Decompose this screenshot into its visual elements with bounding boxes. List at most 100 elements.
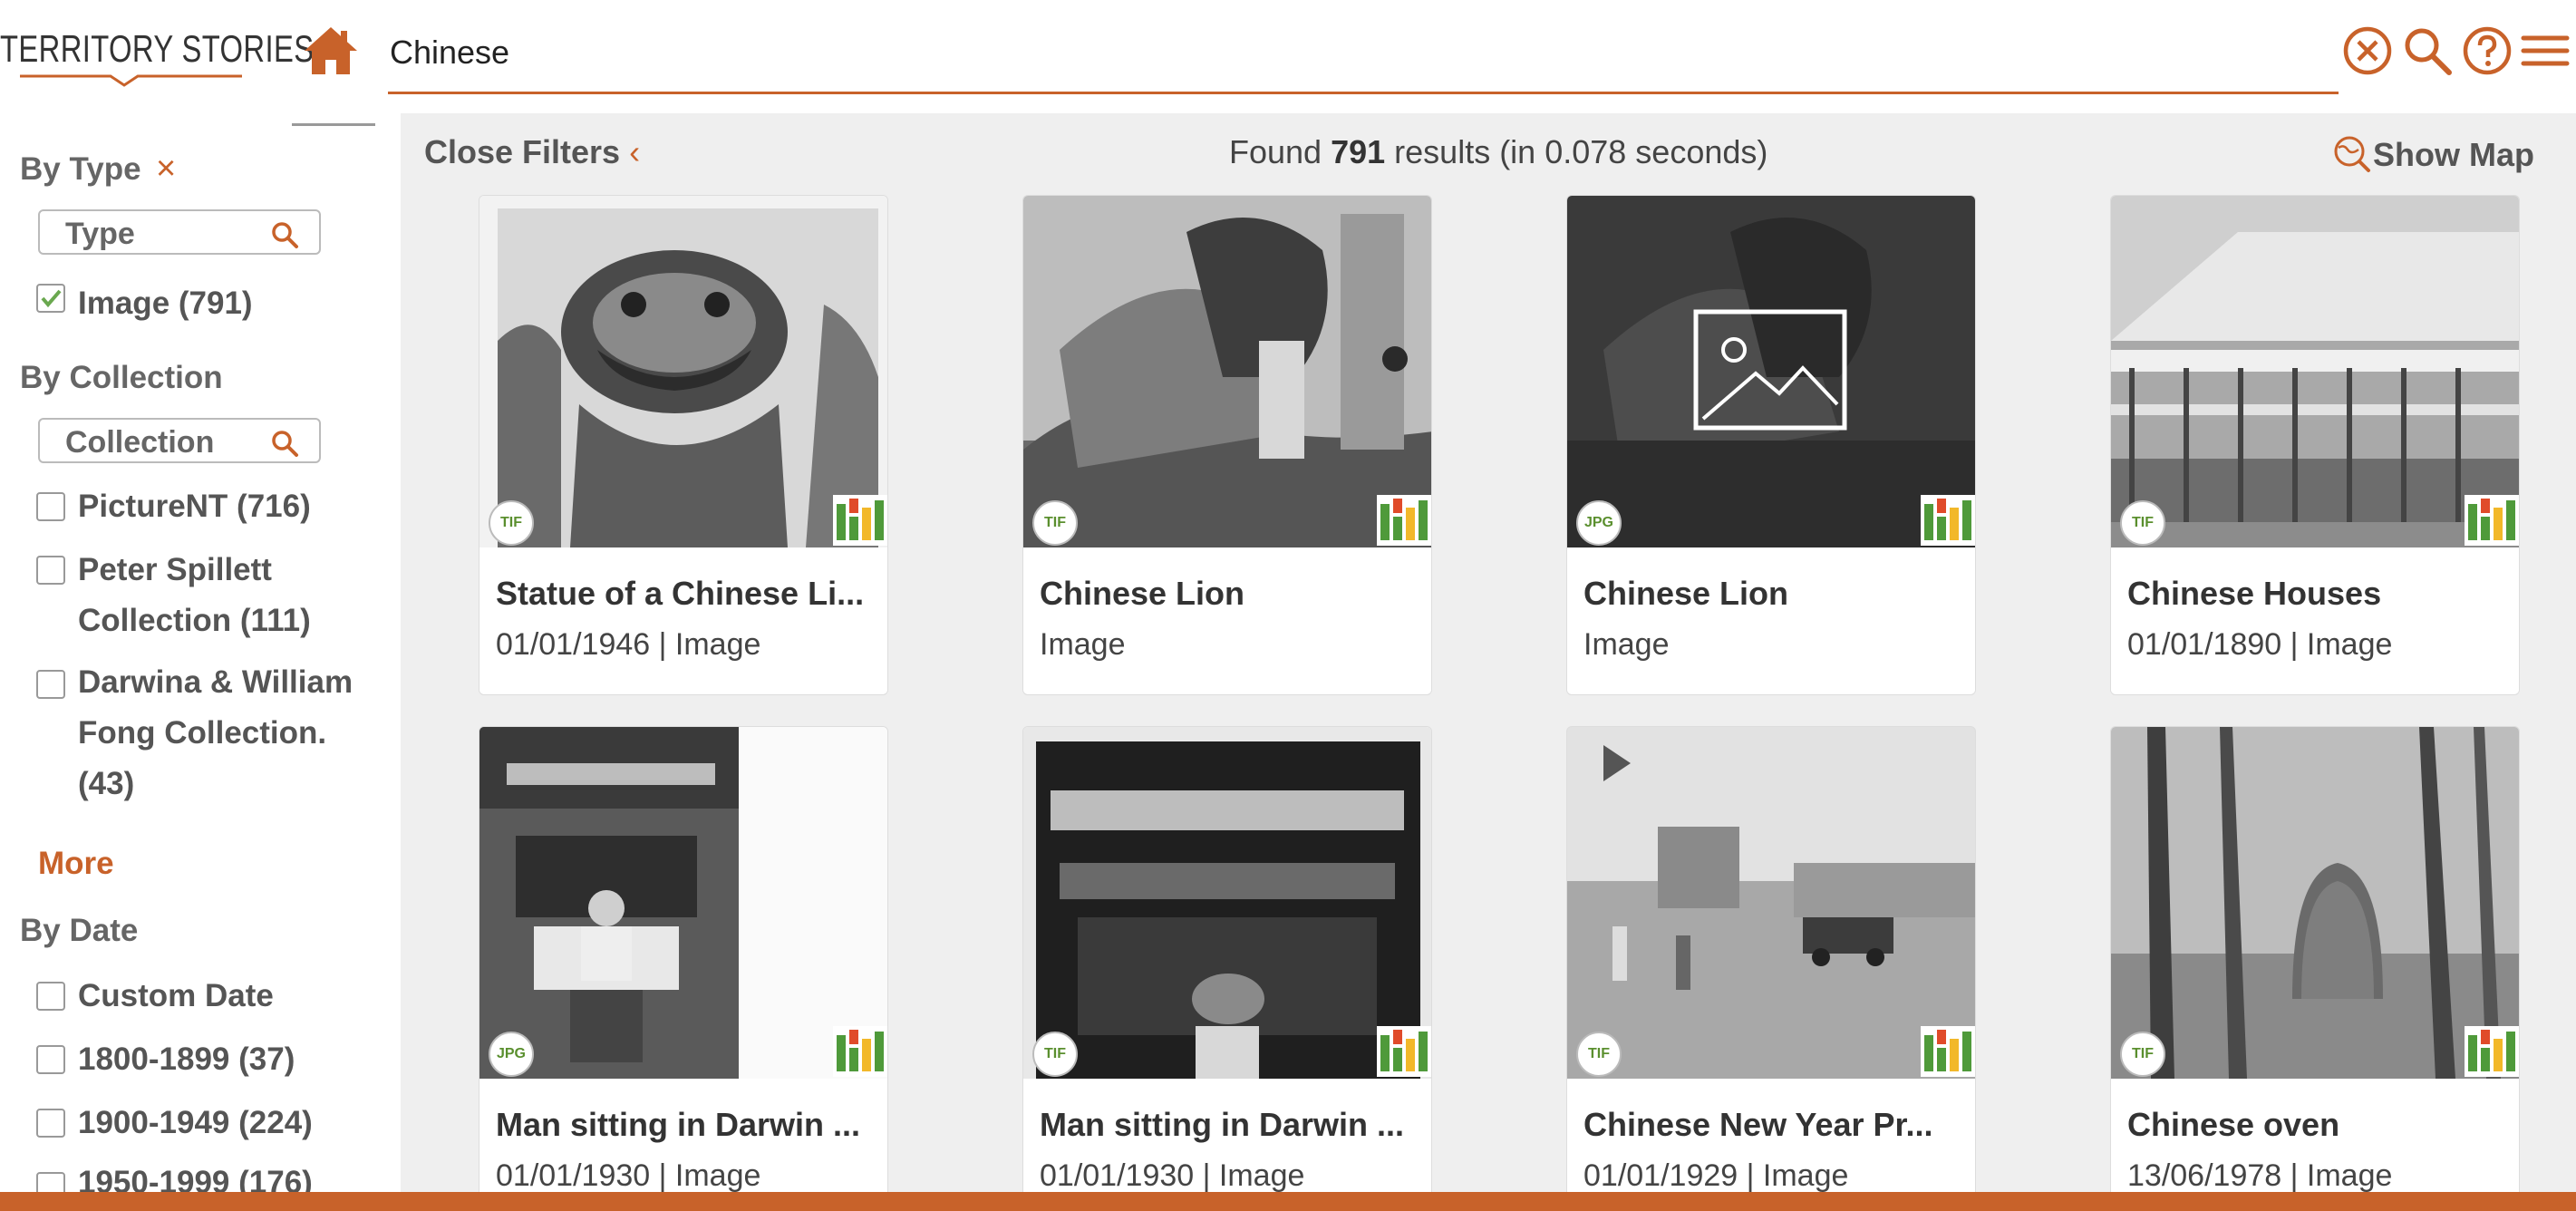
result-thumbnail [479, 727, 887, 1079]
divider [292, 123, 375, 126]
jpg-format-icon: JPG [489, 1032, 534, 1077]
tif-format-icon: TIF [1576, 1032, 1622, 1077]
label-line: Fong Collection. [78, 715, 327, 751]
tif-format-icon: TIF [1032, 500, 1078, 546]
result-title: Chinese Lion [1583, 575, 1789, 612]
result-title: Chinese Lion [1040, 575, 1245, 612]
collection-search-field[interactable]: Collection [38, 418, 321, 463]
custom-date-label[interactable]: Custom Date [78, 971, 386, 1022]
result-thumbnail [1567, 196, 1975, 547]
result-thumbnail [1023, 196, 1431, 547]
date-1800-1899-label[interactable]: 1800-1899 (37) [78, 1034, 386, 1085]
help-icon [2463, 26, 2512, 75]
result-title: Chinese New Year Pr... [1583, 1106, 1933, 1143]
result-card[interactable]: TIF Chinese Houses 01/01/1890 | Image [2110, 195, 2520, 695]
header: TERRITORY STORIES [0, 0, 2576, 113]
label-line: Peter Spillett [78, 552, 272, 587]
nt-library-icon [1377, 1026, 1431, 1077]
jpg-format-icon: JPG [1576, 500, 1622, 546]
result-title: Man sitting in Darwin ... [1040, 1106, 1405, 1143]
by-type-heading: By Type [20, 151, 141, 187]
help-button[interactable] [2460, 24, 2514, 78]
result-card[interactable]: JPG Chinese Lion Image [1566, 195, 1976, 695]
menu-button[interactable] [2520, 24, 2574, 78]
collection-search-placeholder: Collection [65, 425, 215, 460]
nt-library-icon [2465, 1026, 2519, 1077]
result-thumbnail [2111, 727, 2519, 1079]
result-meta: 01/01/1890 | Image [2127, 627, 2393, 662]
result-title: Chinese Houses [2127, 575, 2382, 612]
result-card[interactable]: TIF Chinese Lion Image [1022, 195, 1432, 695]
search-button[interactable] [2400, 24, 2455, 78]
more-collections-link[interactable]: More [38, 846, 114, 882]
label-line: Collection (111) [78, 603, 311, 638]
peter-spillett-label[interactable]: Peter Spillett Collection (111) [78, 545, 386, 646]
image-type-label[interactable]: Image (791) [78, 284, 386, 324]
result-title: Chinese oven [2127, 1106, 2340, 1143]
footer-bar [0, 1192, 2576, 1211]
picturent-label[interactable]: PictureNT (716) [78, 481, 386, 532]
nt-library-icon [833, 495, 887, 546]
tif-format-icon: TIF [1032, 1032, 1078, 1077]
nt-library-icon [1377, 495, 1431, 546]
clear-icon [2343, 26, 2392, 75]
search-icon [272, 431, 298, 457]
result-card[interactable]: TIF Man sitting in Darwin ... 01/01/1930… [1022, 726, 1432, 1192]
picturent-checkbox[interactable] [36, 492, 65, 521]
result-meta: 01/01/1930 | Image [1040, 1158, 1305, 1192]
image-type-checkbox[interactable] [36, 284, 65, 313]
show-map-label: Show Map [2373, 136, 2534, 173]
date-1900-1949-checkbox[interactable] [36, 1109, 65, 1138]
by-collection-heading: By Collection [20, 360, 223, 395]
label-line: (43) [78, 766, 135, 801]
result-meta: 13/06/1978 | Image [2127, 1158, 2393, 1192]
date-1950-1999-label[interactable]: 1950-1999 (176) [78, 1158, 386, 1192]
search-input[interactable] [390, 25, 2293, 80]
show-map-button[interactable]: Show Map [2331, 133, 2534, 174]
results-area: Close Filters ‹ Found 791 results (in 0.0… [401, 113, 2576, 1192]
date-1800-1899-checkbox[interactable] [36, 1045, 65, 1074]
darwina-william-fong-label[interactable]: Darwina & William Fong Collection. (43) [78, 657, 386, 809]
results-summary: Found 791 results (in 0.078 seconds) [1229, 133, 1767, 171]
home-icon [305, 27, 357, 74]
result-meta: 01/01/1946 | Image [496, 627, 761, 662]
search-bar [388, 18, 2339, 94]
date-1950-1999-checkbox[interactable] [36, 1172, 65, 1192]
clear-type-filter-button[interactable]: × [156, 150, 176, 189]
clear-search-button[interactable] [2340, 24, 2395, 78]
results-prefix: Found [1229, 133, 1332, 170]
tif-format-icon: TIF [2120, 1032, 2165, 1077]
home-button[interactable] [301, 24, 361, 78]
nt-library-icon [2465, 495, 2519, 546]
result-card[interactable]: TIF Statue of a Chinese Li... 01/01/1946… [479, 195, 888, 695]
tif-format-icon: TIF [489, 500, 534, 546]
darwina-william-fong-checkbox[interactable] [36, 670, 65, 699]
nt-library-icon [1921, 1026, 1975, 1077]
menu-icon [2521, 35, 2570, 66]
nt-library-icon [833, 1026, 887, 1077]
result-card[interactable]: TIF Chinese oven 13/06/1978 | Image [2110, 726, 2520, 1192]
peter-spillett-checkbox[interactable] [36, 556, 65, 585]
nt-library-icon [1921, 495, 1975, 546]
date-1900-1949-label[interactable]: 1900-1949 (224) [78, 1098, 386, 1148]
result-meta: Image [1583, 627, 1670, 662]
result-title: Statue of a Chinese Li... [496, 575, 865, 612]
by-date-heading: By Date [20, 913, 139, 948]
territory-stories-logo[interactable]: TERRITORY STORIES [0, 24, 314, 87]
close-filters-button[interactable]: Close Filters ‹ [424, 133, 640, 171]
custom-date-checkbox[interactable] [36, 982, 65, 1011]
search-icon [2405, 28, 2452, 75]
type-search-field[interactable]: Type [38, 209, 321, 255]
results-suffix: results (in 0.078 seconds) [1385, 133, 1768, 170]
map-search-icon [2334, 136, 2370, 172]
result-card[interactable]: TIF Chinese New Year Pr... 01/01/1929 | … [1566, 726, 1976, 1192]
result-meta: Image [1040, 627, 1126, 662]
result-thumbnail [2111, 196, 2519, 547]
label-line: Darwina & William [78, 664, 353, 700]
logo-text: TERRITORY STORIES [0, 27, 315, 70]
type-search-placeholder: Type [65, 217, 135, 251]
result-title: Man sitting in Darwin ... [496, 1106, 861, 1143]
result-thumbnail [479, 196, 887, 547]
result-card[interactable]: JPG Man sitting in Darwin ... 01/01/1930… [479, 726, 888, 1192]
chevron-left-icon: ‹ [629, 133, 641, 170]
